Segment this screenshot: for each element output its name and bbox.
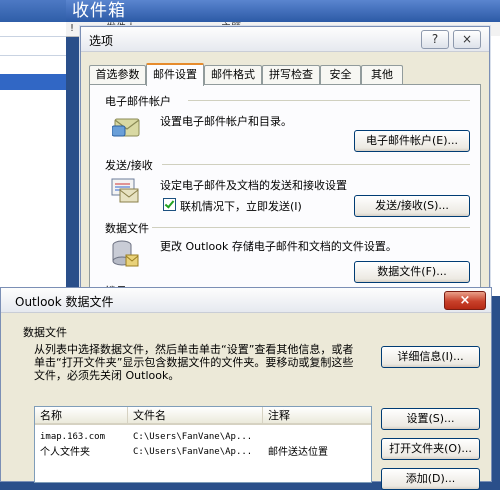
settings-button[interactable]: 设置(S)...	[381, 408, 480, 430]
tab-spelling[interactable]: 拼写检查	[262, 65, 320, 84]
group-divider	[152, 227, 470, 228]
column-header-comment[interactable]: 注释	[263, 407, 371, 425]
tab-mail-setup[interactable]: 邮件设置	[146, 63, 204, 86]
email-accounts-description: 设置电子邮件帐户和目录。	[160, 115, 292, 128]
table-row[interactable]: 个人文件夹 C:\Users\FanVane\Ap... 邮件送达位置	[35, 445, 371, 460]
row-name: 个人文件夹	[40, 447, 90, 458]
row-comment: 邮件送达位置	[268, 447, 328, 458]
tab-other[interactable]: 其他	[361, 65, 403, 84]
email-accounts-icon	[112, 118, 140, 137]
help-button[interactable]: ?	[421, 30, 449, 49]
email-accounts-button[interactable]: 电子邮件帐户(E)...	[354, 130, 470, 152]
email-accounts-group-label: 电子邮件帐户	[105, 95, 171, 108]
send-immediately-label[interactable]: 联机情况下，立即发送(I)	[180, 198, 302, 214]
options-title: 选项	[89, 34, 114, 48]
table-row[interactable]: imap.163.com C:\Users\FanVane\Ap...	[35, 430, 371, 445]
tab-preferences[interactable]: 首选参数	[89, 65, 146, 84]
send-receive-description: 设定电子邮件及文档的发送和接收设置	[160, 179, 347, 192]
data-files-close-button[interactable]: ×	[444, 291, 486, 310]
tab-security[interactable]: 安全	[320, 65, 361, 84]
row-name: imap.163.com	[40, 432, 106, 442]
data-files-button[interactable]: 数据文件(F)...	[354, 261, 470, 283]
tab-mail-format[interactable]: 邮件格式	[204, 65, 262, 84]
send-receive-group-label: 发送/接收	[105, 159, 153, 172]
data-files-desc-line-3: 文件，必须先关闭 Outlook。	[34, 369, 180, 382]
data-files-titlebar: Outlook 数据文件 ×	[1, 288, 491, 313]
data-files-title: Outlook 数据文件	[15, 295, 114, 309]
group-divider	[188, 100, 470, 101]
navigation-pane-header	[0, 0, 66, 22]
open-folder-button[interactable]: 打开文件夹(O)...	[381, 438, 480, 460]
options-titlebar: 选项 ? ×	[81, 27, 489, 52]
row-filename: C:\Users\FanVane\Ap...	[133, 447, 253, 457]
group-divider	[162, 164, 470, 165]
inbox-header: 收件箱	[66, 0, 500, 22]
column-header-filename[interactable]: 文件名	[128, 407, 263, 425]
options-close-button[interactable]: ×	[453, 30, 481, 49]
add-button[interactable]: 添加(D)...	[381, 468, 480, 490]
data-files-group-label: 数据文件	[105, 222, 149, 235]
data-files-dialog: Outlook 数据文件 × 数据文件 从列表中选择数据文件，然后单击单击“设置…	[0, 287, 492, 490]
data-files-list[interactable]: 名称 文件名 注释 imap.163.com C:\Users\FanVane\…	[34, 406, 372, 483]
send-receive-icon	[111, 178, 139, 203]
row-filename: C:\Users\FanVane\Ap...	[133, 432, 253, 442]
options-dialog: 选项 ? × 首选参数 邮件设置 邮件格式 拼写检查 安全 其他 电子邮件帐户 …	[80, 26, 490, 328]
nav-selected-folder[interactable]	[0, 74, 66, 90]
nav-divider	[0, 55, 66, 56]
data-files-description: 更改 Outlook 存储电子邮件和文档的文件设置。	[160, 240, 397, 253]
send-receive-button[interactable]: 发送/接收(S)...	[354, 195, 470, 217]
importance-column[interactable]: !	[70, 22, 74, 36]
details-button[interactable]: 详细信息(I)...	[381, 346, 480, 368]
data-files-icon	[112, 240, 139, 267]
send-immediately-checkbox[interactable]	[163, 198, 176, 211]
data-files-group-label: 数据文件	[23, 326, 67, 339]
column-header-name[interactable]: 名称	[35, 407, 128, 425]
nav-divider	[0, 36, 66, 37]
inbox-title: 收件箱	[72, 1, 126, 21]
